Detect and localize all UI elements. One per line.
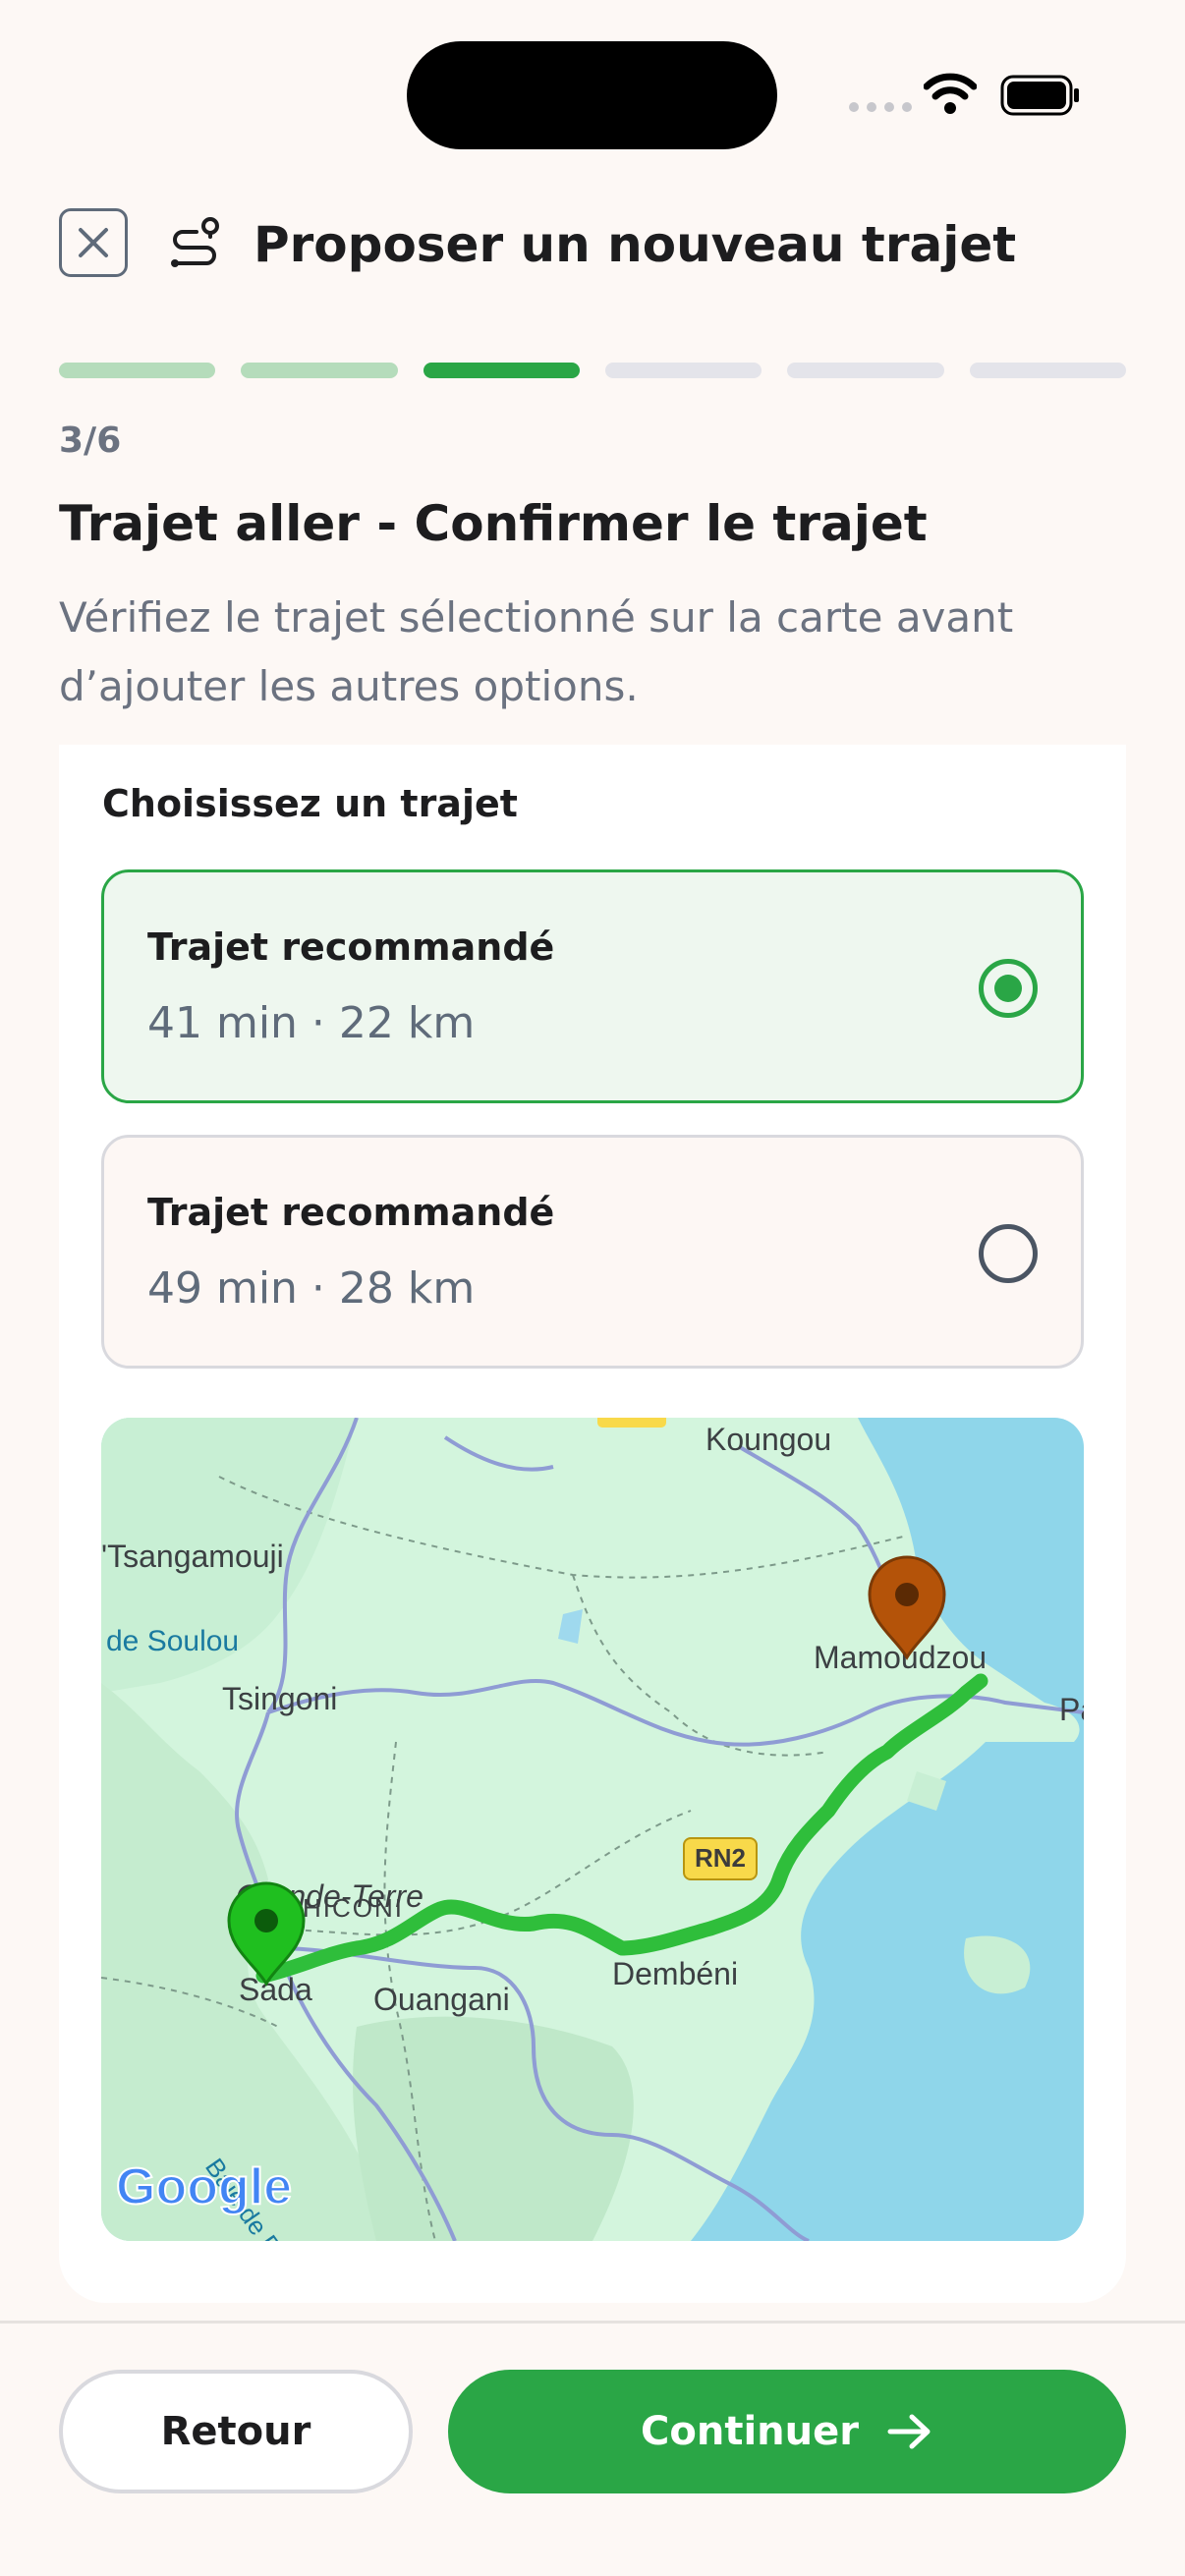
radio-selected[interactable] bbox=[979, 959, 1038, 1018]
footer-divider bbox=[0, 2321, 1185, 2324]
section-description: Vérifiez le trajet sélectionné sur la ca… bbox=[59, 593, 1014, 710]
close-icon bbox=[79, 228, 108, 257]
wifi-icon bbox=[924, 73, 977, 114]
google-logo: Google bbox=[116, 2158, 292, 2215]
map-label-hiconi: HICONI bbox=[303, 1893, 404, 1923]
route-option-title: Trajet recommandé bbox=[147, 925, 555, 969]
map-label-pa: Pa bbox=[1059, 1692, 1084, 1727]
back-button-label: Retour bbox=[160, 2409, 311, 2454]
map-label-dembeni: Dembéni bbox=[612, 1956, 738, 1991]
close-button[interactable] bbox=[59, 208, 128, 277]
route-option-meta: 41 min · 22 km bbox=[147, 998, 476, 1048]
map-label-sada: Sada bbox=[239, 1972, 312, 2007]
progress-segment-1 bbox=[59, 363, 216, 378]
progress-segment-4 bbox=[604, 363, 762, 378]
progress-segment-5 bbox=[787, 363, 944, 378]
route-option-meta: 49 min · 28 km bbox=[147, 1263, 476, 1314]
continue-button-label: Continuer bbox=[641, 2409, 859, 2454]
map-label-soulou: de Soulou bbox=[106, 1625, 239, 1657]
route-option-2[interactable]: Trajet recommandé 49 min · 28 km bbox=[101, 1135, 1084, 1369]
cellular-signal-icon bbox=[849, 102, 912, 112]
road-marker-top bbox=[597, 1418, 666, 1428]
step-counter: 3/6 bbox=[59, 420, 122, 461]
progress-segment-6 bbox=[969, 363, 1126, 378]
road-label-rn2: RN2 bbox=[683, 1837, 758, 1880]
map-label-tsingoni: Tsingoni bbox=[222, 1681, 337, 1716]
step-progress-bar bbox=[59, 363, 1126, 378]
continue-button[interactable]: Continuer bbox=[448, 2370, 1126, 2493]
dynamic-island bbox=[407, 41, 777, 149]
map-label-koungou: Koungou bbox=[705, 1422, 831, 1457]
route-choice-label: Choisissez un trajet bbox=[102, 782, 518, 825]
route-map[interactable]: Koungou 'Tsangamouji Mamoudzou Pa Tsingo… bbox=[101, 1418, 1084, 2241]
route-icon bbox=[171, 217, 219, 267]
battery-icon bbox=[1000, 75, 1079, 116]
progress-segment-3 bbox=[423, 363, 580, 378]
route-option-1[interactable]: Trajet recommandé 41 min · 22 km bbox=[101, 869, 1084, 1103]
back-button[interactable]: Retour bbox=[59, 2370, 413, 2493]
route-option-title: Trajet recommandé bbox=[147, 1191, 555, 1234]
progress-segment-2 bbox=[241, 363, 398, 378]
page-title: Proposer un nouveau trajet bbox=[254, 216, 1017, 273]
radio-unselected[interactable] bbox=[979, 1224, 1038, 1283]
map-label-tsangamouji: 'Tsangamouji bbox=[101, 1539, 284, 1574]
section-heading: Trajet aller - Confirmer le trajet bbox=[59, 495, 928, 552]
arrow-right-icon bbox=[887, 2414, 931, 2449]
map-label-ouangani: Ouangani bbox=[373, 1982, 510, 2017]
map-islet bbox=[964, 1935, 1031, 1994]
svg-text:RN2: RN2 bbox=[695, 1843, 746, 1873]
